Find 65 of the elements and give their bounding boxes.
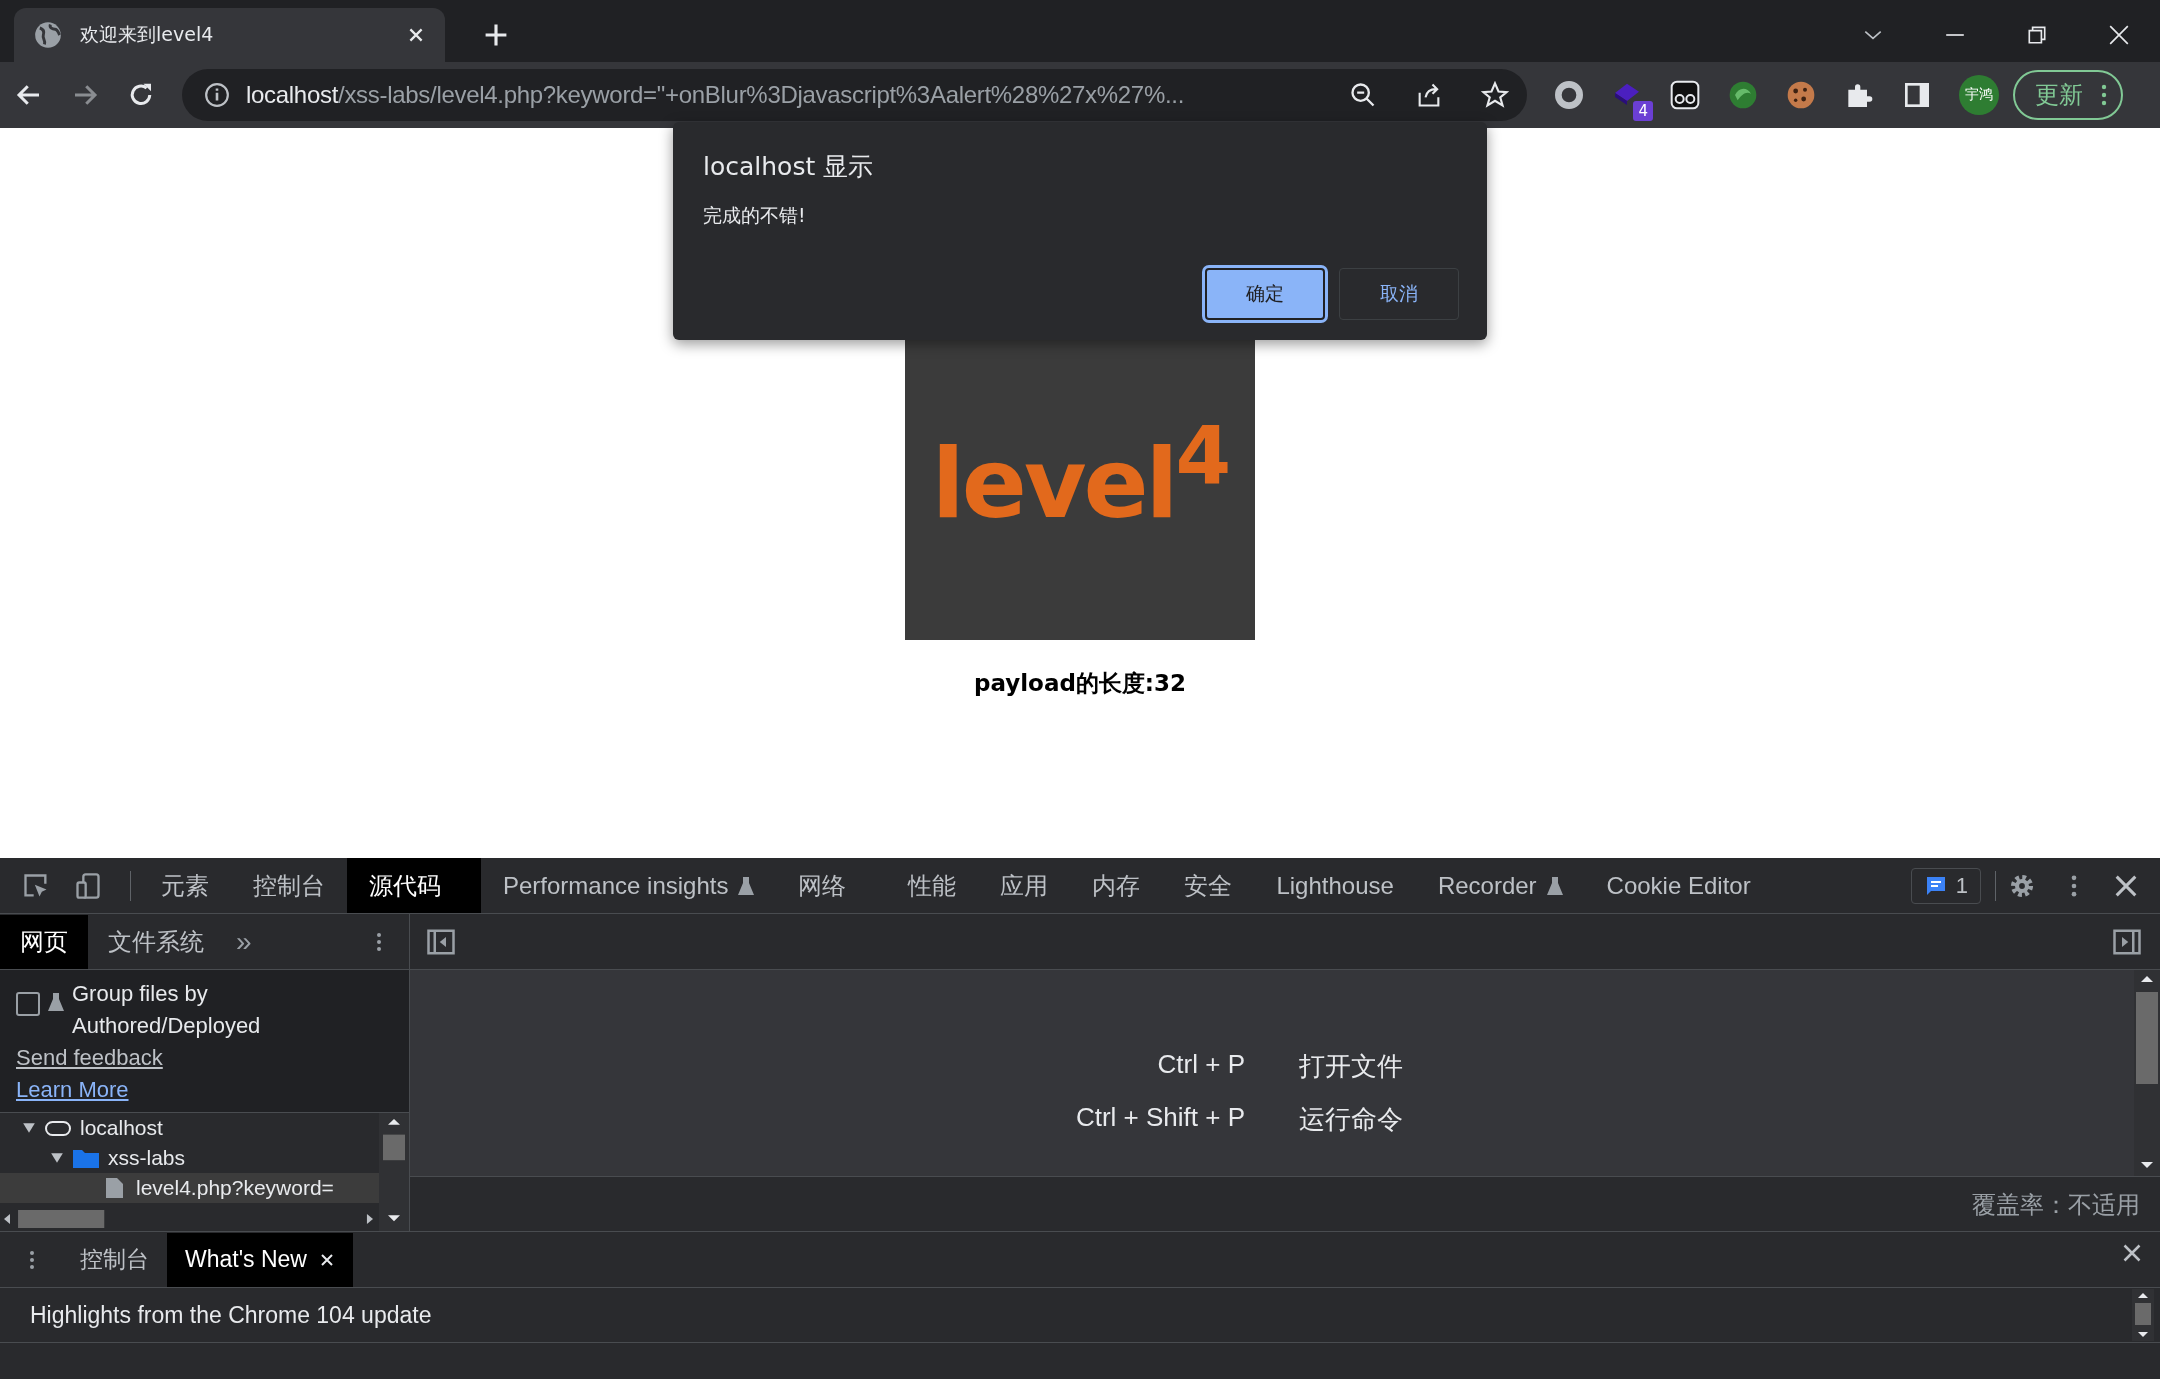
- close-icon[interactable]: [2122, 1242, 2142, 1263]
- devtools-tab[interactable]: 控制台: [231, 858, 347, 913]
- star-icon[interactable]: [1481, 81, 1509, 109]
- folder-icon: [72, 1147, 100, 1169]
- expand-arrow-icon[interactable]: [22, 1121, 36, 1135]
- device-toolbar-icon[interactable]: [74, 871, 102, 900]
- close-icon[interactable]: [319, 1251, 335, 1268]
- devtools-tab[interactable]: 安全: [1162, 858, 1255, 913]
- ring-icon[interactable]: [1553, 79, 1585, 111]
- close-icon[interactable]: [407, 26, 425, 44]
- learn-more-link[interactable]: Learn More: [16, 1074, 129, 1106]
- devtools-tab[interactable]: Cookie Editor: [1584, 858, 1773, 913]
- devtools-tab[interactable]: 网络: [776, 858, 887, 913]
- inspect-icon[interactable]: [22, 871, 50, 900]
- shortcut-keys: Ctrl + P: [1157, 1049, 1245, 1084]
- vertical-scrollbar[interactable]: [2134, 970, 2160, 1176]
- flask-icon: [48, 992, 64, 1012]
- update-button[interactable]: 更新: [2013, 70, 2123, 120]
- devtools-tab[interactable]: 源代码: [347, 858, 481, 913]
- vertical-scrollbar[interactable]: [2132, 1289, 2154, 1341]
- profile-avatar[interactable]: 宇鸿: [1959, 75, 1999, 115]
- checkbox[interactable]: [16, 992, 40, 1016]
- extension-badge: 4: [1633, 101, 1653, 121]
- shortcut-keys: Ctrl + Shift + P: [1075, 1102, 1245, 1137]
- navigator-tab[interactable]: 网页: [0, 914, 88, 969]
- expand-arrow-icon[interactable]: [50, 1151, 64, 1165]
- tree-item[interactable]: xss-labs: [0, 1143, 379, 1173]
- devtools-tab[interactable]: Lighthouse: [1254, 858, 1416, 913]
- new-tab-icon[interactable]: [483, 22, 509, 48]
- feedback-link[interactable]: Send feedback: [16, 1042, 163, 1074]
- vertical-scrollbar[interactable]: [379, 1113, 409, 1231]
- more-tabs-button[interactable]: »: [224, 925, 264, 958]
- cookie-icon[interactable]: [1785, 79, 1817, 111]
- address-bar[interactable]: localhost/xss-labs/level4.php?keyword="+onBlur%3Djavascript%3Aalert%28%27x%27%...: [182, 69, 1527, 121]
- drawer-tab[interactable]: 控制台: [62, 1232, 167, 1287]
- devtools-tab[interactable]: Performance insights: [481, 858, 777, 913]
- navigator-tab[interactable]: 文件系统: [88, 914, 224, 969]
- devtools-tab[interactable]: 元素: [139, 858, 231, 913]
- dialog-message: 完成的不错!: [703, 203, 807, 228]
- more-icon: [2101, 83, 2107, 107]
- url-text: localhost/xss-labs/level4.php?keyword="+onBlur%3Djavascript%3Aalert%28%27x%27%...: [246, 81, 1186, 109]
- devtools-tab[interactable]: 性能: [886, 858, 979, 913]
- devtools-tab[interactable]: Recorder: [1415, 858, 1585, 913]
- payload-length-text: payload的长度:32: [973, 669, 1187, 698]
- tree-item[interactable]: localhost: [0, 1113, 379, 1143]
- whats-new-heading: Highlights from the Chrome 104 update: [30, 1301, 432, 1329]
- shortcut-action: 运行命令: [1299, 1103, 1403, 1136]
- info-icon: [204, 82, 230, 108]
- glasses-icon[interactable]: [1669, 79, 1701, 111]
- dialog-title: localhost 显示: [703, 151, 875, 183]
- drawer-tab[interactable]: What's New: [167, 1232, 353, 1287]
- browser-tab[interactable]: 欢迎来到level4: [14, 8, 445, 62]
- devtools-tab[interactable]: 应用: [978, 858, 1071, 913]
- devtools-tab[interactable]: 内存: [1070, 858, 1163, 913]
- tree-item[interactable]: level4.php?keyword=: [0, 1173, 379, 1203]
- globe-icon: [34, 21, 62, 49]
- zoom-out-icon[interactable]: [1349, 81, 1377, 109]
- checkbox-label: Group files by Authored/Deployed: [72, 980, 262, 1040]
- ball-icon[interactable]: [1727, 79, 1759, 111]
- restore-icon[interactable]: [2026, 24, 2048, 46]
- ok-button[interactable]: 确定: [1205, 268, 1325, 320]
- issues-counter[interactable]: 1: [1910, 867, 1981, 904]
- coverage-status: 覆盖率：不适用: [1972, 1189, 2140, 1220]
- cancel-button[interactable]: 取消: [1339, 268, 1459, 320]
- shortcut-action: 打开文件: [1299, 1050, 1403, 1083]
